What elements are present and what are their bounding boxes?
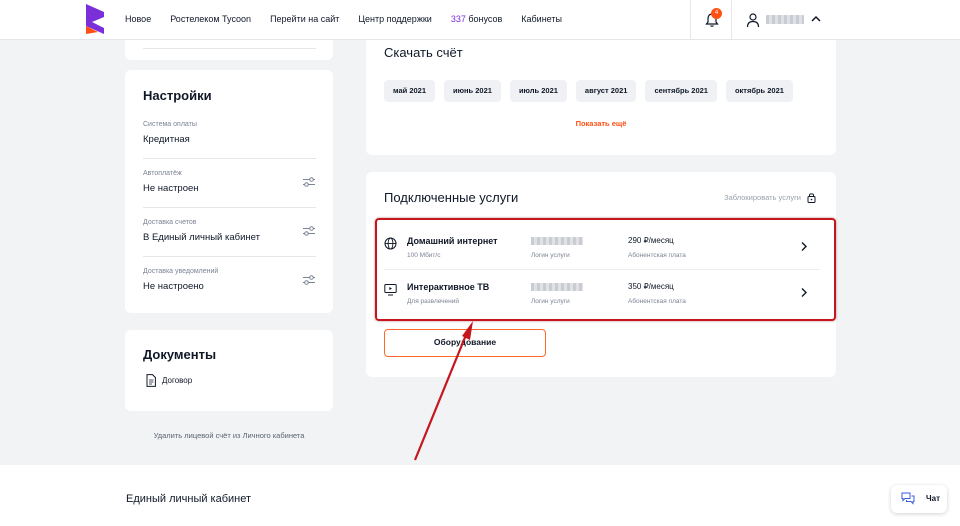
month-chip[interactable]: октябрь 2021 [725, 80, 793, 102]
footer: Единый личный кабинет [0, 465, 960, 526]
settings-row-label: Система оплаты [143, 121, 197, 128]
lock-icon [807, 193, 816, 203]
settings-row-value: Не настроено [143, 281, 204, 292]
settings-row-label: Автоплатёж [143, 170, 182, 177]
settings-row-value: В Единый личный кабинет [143, 232, 260, 243]
chat-button[interactable]: Чат [891, 485, 947, 513]
nav-item-bonuses[interactable]: 337 бонусов [451, 14, 502, 24]
bonus-count: 337 [450, 14, 466, 24]
settings-row-label: Доставка уведомлений [143, 268, 219, 275]
chevron-up-icon[interactable] [810, 14, 822, 24]
equipment-button[interactable]: Оборудование [384, 329, 546, 357]
month-chip[interactable]: июль 2021 [509, 80, 567, 102]
account-card-remnant [125, 40, 333, 60]
block-services-link[interactable]: Заблокировать услуги [724, 192, 816, 203]
month-chip[interactable]: август 2021 [575, 80, 637, 102]
chat-label: Чат [926, 494, 940, 503]
highlight-annotation-box [375, 218, 836, 321]
settings-row-value: Не настроен [143, 183, 199, 194]
month-chip[interactable]: июнь 2021 [444, 80, 501, 102]
services-title: Подключенные услуги [384, 190, 519, 205]
user-icon[interactable] [746, 12, 760, 28]
divider [143, 207, 316, 208]
sliders-icon[interactable] [302, 176, 316, 188]
rostelecom-logo[interactable] [84, 4, 106, 34]
nav-item-cabinets[interactable]: Кабинеты [521, 14, 562, 24]
invoice-title: Скачать счёт [384, 45, 463, 60]
nav-item-tycoon[interactable]: Ростелеком Tycoon [170, 14, 251, 24]
divider [143, 158, 316, 159]
document-icon [146, 374, 156, 387]
documents-title: Документы [143, 347, 217, 362]
settings-row-label: Доставка счетов [143, 219, 197, 226]
nav-item-new[interactable]: Новое [125, 14, 151, 24]
document-link-contract[interactable]: Договор [162, 376, 192, 385]
chat-icon [901, 492, 915, 505]
settings-card: Настройки Система оплаты Кредитная Автоп… [125, 70, 333, 313]
month-chip[interactable]: май 2021 [384, 80, 435, 102]
month-chip[interactable]: сентябрь 2021 [645, 80, 717, 102]
notification-badge: 4 [711, 8, 722, 19]
month-chips: май 2021 июнь 2021 июль 2021 август 2021… [384, 80, 793, 102]
nav-divider [731, 0, 732, 40]
documents-card: Документы Договор [125, 330, 333, 411]
show-more-link[interactable]: Показать ещё [366, 119, 836, 128]
top-navigation-bar: Новое Ростелеком Tycoon Перейти на сайт … [0, 0, 960, 40]
divider [143, 48, 316, 49]
footer-title: Единый личный кабинет [126, 493, 252, 505]
sliders-icon[interactable] [302, 225, 316, 237]
settings-row-value: Кредитная [143, 134, 190, 145]
block-services-label: Заблокировать услуги [724, 193, 801, 202]
bonus-label: бонусов [468, 14, 503, 24]
user-name-redacted[interactable] [766, 15, 804, 24]
main-nav: Новое Ростелеком Tycoon Перейти на сайт … [125, 14, 562, 24]
nav-item-support[interactable]: Центр поддержки [358, 14, 431, 24]
nav-item-website[interactable]: Перейти на сайт [270, 14, 339, 24]
invoice-card: Скачать счёт май 2021 июнь 2021 июль 202… [366, 40, 836, 155]
divider [143, 256, 316, 257]
nav-divider [690, 0, 691, 40]
settings-title: Настройки [143, 88, 212, 103]
delete-account-link[interactable]: Удалить лицевой счёт из Личного кабинета [126, 431, 332, 440]
sliders-icon[interactable] [302, 274, 316, 286]
